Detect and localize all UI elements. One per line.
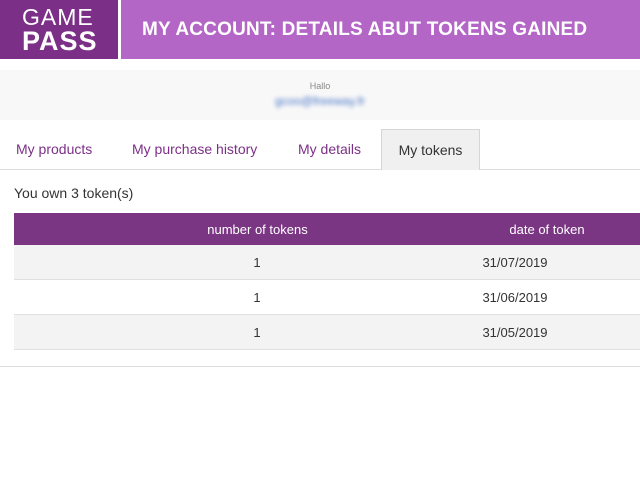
account-tabs: My products My purchase history My detai…: [0, 129, 640, 170]
page-title: MY ACCOUNT: DETAILS ABUT TOKENS GAINED: [121, 0, 640, 59]
tab-my-purchase-history[interactable]: My purchase history: [132, 129, 257, 169]
table-row: 1 31/06/2019: [14, 280, 640, 315]
table-row: 1 31/05/2019: [14, 315, 640, 350]
user-email: gcoo@freeway.fr: [275, 94, 365, 108]
table-row: 1 31/07/2019: [14, 245, 640, 280]
page-header: GAME PASS MY ACCOUNT: DETAILS ABUT TOKEN…: [0, 0, 640, 59]
tokens-table: number of tokens date of token 1 31/07/2…: [14, 213, 640, 350]
column-header-date: date of token: [509, 221, 585, 237]
table-header: number of tokens date of token: [14, 213, 640, 245]
tab-my-tokens[interactable]: My tokens: [381, 129, 480, 170]
logo-line-game: GAME: [22, 3, 94, 30]
token-count-summary: You own 3 token(s): [14, 185, 134, 201]
column-header-number: number of tokens: [207, 221, 308, 237]
gamepass-logo[interactable]: GAME PASS: [0, 0, 118, 59]
token-number-cell: 1: [253, 254, 261, 270]
greeting-panel: Hallo gcoo@freeway.fr: [0, 70, 640, 120]
token-number-cell: 1: [253, 289, 261, 305]
logo-line-pass: PASS: [22, 25, 98, 56]
token-date-cell: 31/07/2019: [482, 254, 548, 270]
token-date-cell: 31/05/2019: [482, 324, 548, 340]
greeting-text: Hallo: [309, 81, 331, 91]
tab-my-products[interactable]: My products: [16, 129, 92, 169]
content-divider: [0, 366, 640, 367]
token-number-cell: 1: [253, 324, 261, 340]
token-date-cell: 31/06/2019: [482, 289, 548, 305]
tab-my-details[interactable]: My details: [298, 129, 361, 169]
